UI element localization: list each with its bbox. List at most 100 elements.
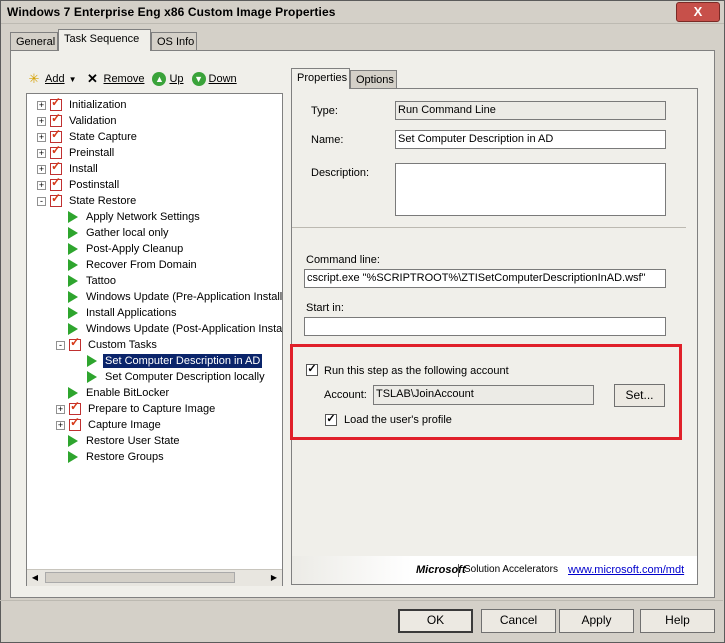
group-checkmark-icon: ✓: [50, 175, 62, 191]
tab-task-sequence[interactable]: Task Sequence: [58, 29, 151, 51]
description-label: Description:: [311, 167, 370, 179]
tree-step-item[interactable]: Apply Network Settings: [56, 209, 202, 225]
tree-item-label: Windows Update (Pre-Application Installa…: [86, 291, 283, 303]
up-button[interactable]: ▲ Up: [152, 72, 184, 86]
group-checkmark-icon: ✓: [50, 127, 62, 143]
tree-step-item[interactable]: Post-Apply Cleanup: [56, 241, 185, 257]
tree-step-item[interactable]: Set Computer Description in AD: [75, 353, 263, 369]
tree-step-item[interactable]: Restore User State: [56, 433, 182, 449]
type-field: Run Command Line: [395, 101, 666, 120]
expand-icon[interactable]: +: [37, 180, 46, 190]
tree-item-label: Install Applications: [86, 307, 177, 319]
expand-icon[interactable]: +: [37, 116, 46, 126]
tree-item-label: Tattoo: [86, 275, 116, 287]
group-checkmark-icon: ✓: [50, 95, 62, 111]
tree-step-item[interactable]: Windows Update (Post-Application Install…: [56, 321, 283, 337]
tree-group-item[interactable]: + ✓ Install: [37, 159, 100, 177]
tree-step-item[interactable]: Gather local only: [56, 225, 171, 241]
mdt-link[interactable]: www.microsoft.com/mdt: [568, 564, 684, 576]
collapse-icon[interactable]: -: [56, 340, 65, 350]
step-play-icon: [68, 435, 78, 447]
tree-horizontal-scrollbar[interactable]: ◀ ▶: [27, 569, 282, 586]
set-account-button[interactable]: Set...: [614, 384, 665, 407]
description-input[interactable]: [395, 163, 666, 216]
expand-icon[interactable]: +: [56, 404, 65, 414]
banner-divider: [458, 564, 459, 577]
window-title: Windows 7 Enterprise Eng x86 Custom Imag…: [7, 5, 336, 19]
expand-icon[interactable]: +: [37, 148, 46, 158]
load-profile-checkbox[interactable]: ✓: [325, 414, 337, 426]
step-play-icon: [87, 371, 97, 383]
step-play-icon: [68, 451, 78, 463]
collapse-icon[interactable]: -: [37, 196, 46, 206]
scroll-left-icon[interactable]: ◀: [27, 570, 43, 586]
run-as-checkbox[interactable]: ✓: [306, 364, 318, 376]
tree-step-item[interactable]: Tattoo: [56, 273, 118, 289]
tree-step-item[interactable]: Install Applications: [56, 305, 179, 321]
down-label: Down: [208, 73, 237, 85]
expand-icon[interactable]: +: [37, 164, 46, 174]
scroll-thumb[interactable]: [45, 572, 235, 583]
tree-step-item[interactable]: Set Computer Description locally: [75, 369, 267, 385]
tree-item-label: Windows Update (Post-Application Install…: [86, 323, 283, 335]
apply-button[interactable]: Apply: [559, 609, 634, 633]
tree-item-label: Initialization: [69, 99, 127, 111]
add-button[interactable]: ✳ Add ▼: [26, 71, 77, 87]
up-label: Up: [169, 73, 184, 85]
group-checkmark-icon: ✓: [50, 159, 62, 175]
arrow-up-icon: ▲: [152, 72, 167, 86]
tree-step-item[interactable]: Restore Groups: [56, 449, 166, 465]
expand-icon[interactable]: +: [37, 100, 46, 110]
tab-options[interactable]: Options: [350, 70, 397, 88]
tree-item-label: Restore Groups: [86, 451, 164, 463]
step-play-icon: [87, 355, 97, 367]
tab-properties[interactable]: Properties: [291, 68, 350, 89]
title-bar: Windows 7 Enterprise Eng x86 Custom Imag…: [1, 1, 724, 24]
expand-icon[interactable]: +: [37, 132, 46, 142]
load-profile-label: Load the user's profile: [344, 414, 452, 426]
tree-group-item[interactable]: + ✓ Prepare to Capture Image: [56, 399, 217, 417]
remove-button[interactable]: ✕ Remove: [85, 71, 145, 87]
section-separator: [292, 227, 686, 228]
account-field: TSLAB\JoinAccount: [373, 385, 594, 405]
tree-item-label: Postinstall: [69, 179, 120, 191]
step-play-icon: [68, 323, 78, 335]
help-button[interactable]: Help: [640, 609, 715, 633]
add-label: Add: [45, 73, 65, 85]
tree-item-label: Custom Tasks: [88, 339, 157, 351]
sparkle-icon: ✳: [28, 71, 40, 86]
tab-general[interactable]: General: [10, 32, 58, 50]
account-label: Account:: [324, 389, 367, 401]
tree-group-item[interactable]: + ✓ Validation: [37, 111, 119, 129]
task-sequence-tree[interactable]: + ✓ Initialization + ✓ Validation + ✓ State Capt…: [26, 93, 283, 586]
expand-icon[interactable]: +: [56, 420, 65, 430]
tree-step-item[interactable]: Windows Update (Pre-Application Installa…: [56, 289, 283, 305]
scroll-right-icon[interactable]: ▶: [266, 570, 282, 586]
task-toolbar: ✳ Add ▼ ✕ Remove ▲ Up ▼ Down: [26, 70, 245, 88]
group-checkmark-icon: ✓: [50, 191, 62, 207]
tree-group-item[interactable]: + ✓ Preinstall: [37, 143, 116, 161]
tree-item-label: Preinstall: [69, 147, 115, 159]
step-play-icon: [68, 387, 78, 399]
remove-label: Remove: [103, 73, 145, 85]
tree-item-label: Prepare to Capture Image: [88, 403, 216, 415]
start-in-input[interactable]: [304, 317, 666, 336]
tree-group-item[interactable]: - ✓ State Restore: [37, 191, 138, 209]
cancel-button[interactable]: Cancel: [481, 609, 556, 633]
tree-step-item[interactable]: Recover From Domain: [56, 257, 199, 273]
tree-group-item[interactable]: + ✓ Capture Image: [56, 415, 163, 433]
group-checkmark-icon: ✓: [69, 399, 81, 415]
tree-item-label: Install: [69, 163, 98, 175]
command-line-input[interactable]: cscript.exe "%SCRIPTROOT%\ZTISetComputer…: [304, 269, 666, 288]
tree-group-item[interactable]: + ✓ Postinstall: [37, 175, 121, 193]
group-checkmark-icon: ✓: [69, 335, 81, 351]
ok-button[interactable]: OK: [398, 609, 473, 633]
step-play-icon: [68, 243, 78, 255]
close-button[interactable]: X: [676, 2, 720, 22]
banner-graphic: [292, 556, 412, 584]
down-button[interactable]: ▼ Down: [191, 72, 237, 86]
name-input[interactable]: Set Computer Description in AD: [395, 130, 666, 149]
tree-item-label: Recover From Domain: [86, 259, 197, 271]
tab-os-info[interactable]: OS Info: [151, 32, 197, 50]
tree-group-item[interactable]: - ✓ Custom Tasks: [56, 335, 159, 353]
